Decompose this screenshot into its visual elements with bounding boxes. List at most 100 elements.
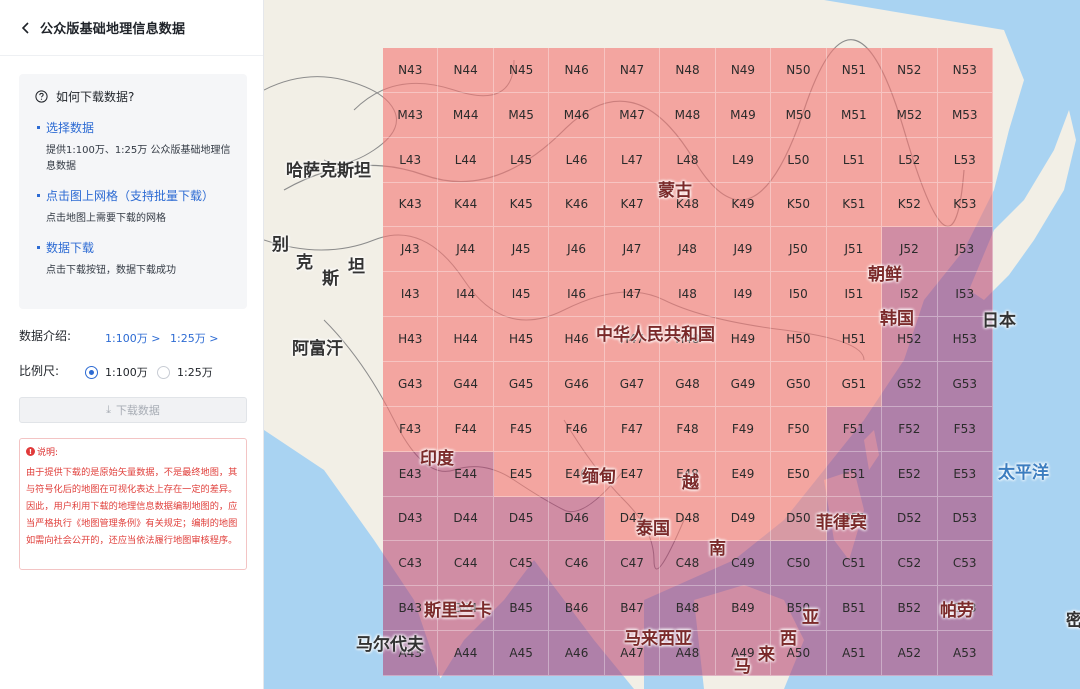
grid-cell-G45[interactable]: G45: [493, 362, 550, 407]
grid-cell-J50[interactable]: J50: [771, 227, 827, 273]
grid-cell-A44[interactable]: A44: [438, 631, 494, 676]
grid-cell-M45[interactable]: M45: [493, 92, 550, 138]
grid-cell-H51[interactable]: H51: [826, 317, 883, 362]
grid-cell-C48[interactable]: C48: [660, 541, 716, 587]
grid-cell-E53[interactable]: E53: [937, 451, 993, 497]
grid-cell-I48[interactable]: I48: [660, 272, 716, 318]
grid-cell-D43[interactable]: D43: [383, 496, 439, 542]
grid-cell-B45[interactable]: B45: [493, 586, 550, 632]
grid-cell-F46[interactable]: F46: [549, 406, 605, 452]
grid-cell-B51[interactable]: B51: [826, 586, 883, 632]
scale-radio-100w[interactable]: 1:100万: [85, 364, 148, 380]
grid-cell-N50[interactable]: N50: [771, 48, 827, 93]
grid-cell-G50[interactable]: G50: [771, 362, 827, 407]
download-button[interactable]: ⤓ 下载数据: [19, 397, 247, 423]
grid-cell-J48[interactable]: J48: [660, 227, 716, 273]
grid-cell-G43[interactable]: G43: [383, 362, 439, 407]
grid-cell-F51[interactable]: F51: [826, 406, 883, 452]
grid-cell-K51[interactable]: K51: [826, 182, 883, 228]
grid-cell-M47[interactable]: M47: [604, 92, 661, 138]
grid-cell-C51[interactable]: C51: [826, 541, 883, 587]
grid-cell-L49[interactable]: L49: [715, 137, 772, 183]
grid-cell-K52[interactable]: K52: [882, 182, 938, 228]
grid-cell-D52[interactable]: D52: [882, 496, 938, 542]
grid-cell-F49[interactable]: F49: [715, 406, 772, 452]
grid-cell-G51[interactable]: G51: [826, 362, 883, 407]
grid-cell-K53[interactable]: K53: [937, 182, 993, 228]
grid-cell-E45[interactable]: E45: [493, 451, 550, 497]
grid-cell-L46[interactable]: L46: [549, 137, 605, 183]
grid-cell-M53[interactable]: M53: [937, 92, 993, 138]
grid-cell-N49[interactable]: N49: [715, 48, 772, 93]
grid-cell-A51[interactable]: A51: [826, 631, 883, 676]
grid-cell-M52[interactable]: M52: [882, 92, 938, 138]
map[interactable]: N43 N44 N45 N46 N47 N48 N49 N50 N51 N52 N53 M43 M44 M…: [264, 0, 1080, 689]
grid-cell-G53[interactable]: G53: [937, 362, 993, 407]
grid-cell-M51[interactable]: M51: [826, 92, 883, 138]
grid-cell-L44[interactable]: L44: [438, 137, 494, 183]
grid-cell-M50[interactable]: M50: [771, 92, 827, 138]
grid-cell-E51[interactable]: E51: [826, 451, 883, 497]
grid-cell-H45[interactable]: H45: [493, 317, 550, 362]
grid-cell-I45[interactable]: I45: [493, 272, 550, 318]
grid-cell-N52[interactable]: N52: [882, 48, 938, 93]
grid-cell-A52[interactable]: A52: [882, 631, 938, 676]
grid-cell-K49[interactable]: K49: [715, 182, 772, 228]
grid-cell-K44[interactable]: K44: [438, 182, 494, 228]
grid-cell-J45[interactable]: J45: [493, 227, 550, 273]
grid-cell-L51[interactable]: L51: [826, 137, 883, 183]
grid-cell-F50[interactable]: F50: [771, 406, 827, 452]
grid-cell-A45[interactable]: A45: [493, 631, 550, 676]
grid-cell-N51[interactable]: N51: [826, 48, 883, 93]
grid-cell-J49[interactable]: J49: [715, 227, 772, 273]
grid-cell-N46[interactable]: N46: [549, 48, 605, 93]
grid-cell-M43[interactable]: M43: [383, 92, 439, 138]
grid-cell-C53[interactable]: C53: [937, 541, 993, 587]
grid-cell-H50[interactable]: H50: [771, 317, 827, 362]
grid-cell-M46[interactable]: M46: [549, 92, 605, 138]
grid-cell-C44[interactable]: C44: [438, 541, 494, 587]
grid-cell-J44[interactable]: J44: [438, 227, 494, 273]
grid-cell-K50[interactable]: K50: [771, 182, 827, 228]
grid-cell-N44[interactable]: N44: [438, 48, 494, 93]
grid-cell-F53[interactable]: F53: [937, 406, 993, 452]
grid-cell-G48[interactable]: G48: [660, 362, 716, 407]
intro-link-100w[interactable]: 1:100万 >: [105, 330, 160, 346]
grid-cell-J46[interactable]: J46: [549, 227, 605, 273]
grid-cell-H44[interactable]: H44: [438, 317, 494, 362]
grid-cell-N53[interactable]: N53: [937, 48, 993, 93]
grid-cell-H49[interactable]: H49: [715, 317, 772, 362]
grid-cell-A46[interactable]: A46: [549, 631, 605, 676]
grid-cell-C50[interactable]: C50: [771, 541, 827, 587]
grid-cell-E50[interactable]: E50: [771, 451, 827, 497]
grid-cell-L47[interactable]: L47: [604, 137, 661, 183]
grid-cell-M44[interactable]: M44: [438, 92, 494, 138]
grid-cell-C47[interactable]: C47: [604, 541, 661, 587]
grid-cell-D53[interactable]: D53: [937, 496, 993, 542]
grid-cell-F47[interactable]: F47: [604, 406, 661, 452]
grid-cell-C45[interactable]: C45: [493, 541, 550, 587]
grid-cell-D46[interactable]: D46: [549, 496, 605, 542]
grid-cell-E49[interactable]: E49: [715, 451, 772, 497]
grid-cell-I46[interactable]: I46: [549, 272, 605, 318]
grid-cell-F52[interactable]: F52: [882, 406, 938, 452]
grid-cell-F45[interactable]: F45: [493, 406, 550, 452]
grid-cell-I44[interactable]: I44: [438, 272, 494, 318]
grid-cell-H43[interactable]: H43: [383, 317, 439, 362]
grid-cell-L43[interactable]: L43: [383, 137, 439, 183]
grid-cell-N43[interactable]: N43: [383, 48, 439, 93]
grid-cell-N48[interactable]: N48: [660, 48, 716, 93]
grid-cell-G49[interactable]: G49: [715, 362, 772, 407]
grid-cell-K43[interactable]: K43: [383, 182, 439, 228]
grid-cell-I50[interactable]: I50: [771, 272, 827, 318]
grid-cell-K46[interactable]: K46: [549, 182, 605, 228]
grid-cell-D45[interactable]: D45: [493, 496, 550, 542]
grid-cell-C43[interactable]: C43: [383, 541, 439, 587]
grid-cell-I49[interactable]: I49: [715, 272, 772, 318]
grid-cell-K45[interactable]: K45: [493, 182, 550, 228]
grid-cell-L52[interactable]: L52: [882, 137, 938, 183]
grid-cell-L50[interactable]: L50: [771, 137, 827, 183]
grid-cell-N45[interactable]: N45: [493, 48, 550, 93]
grid-cell-E52[interactable]: E52: [882, 451, 938, 497]
grid-cell-N47[interactable]: N47: [604, 48, 661, 93]
